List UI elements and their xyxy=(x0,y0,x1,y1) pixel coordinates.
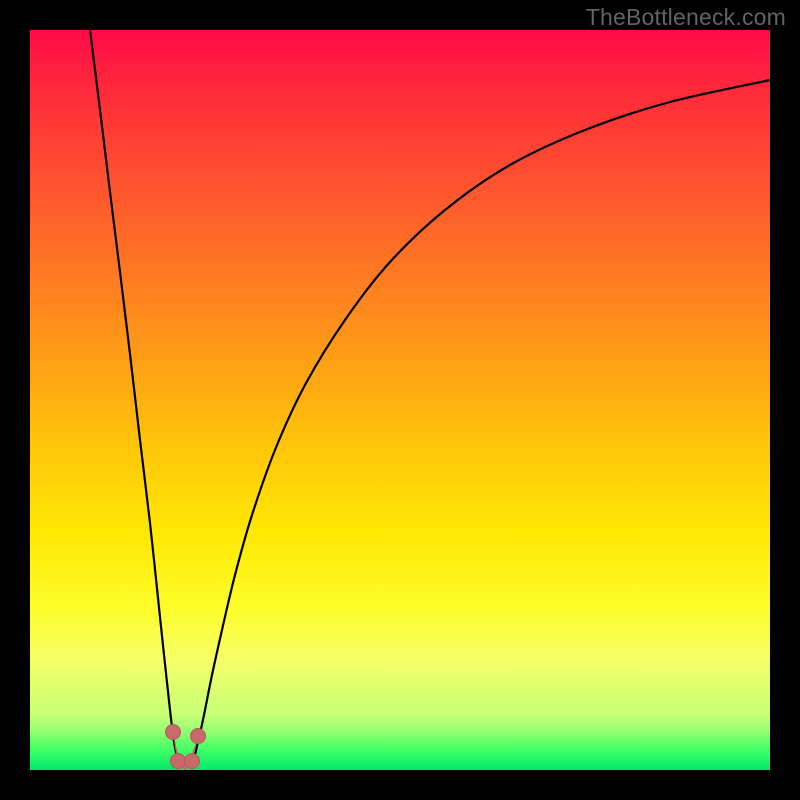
curve-group xyxy=(90,30,770,766)
watermark-text: TheBottleneck.com xyxy=(586,4,786,31)
marker-left-dot-lower xyxy=(171,754,186,769)
curve-left-branch xyxy=(90,30,180,766)
marker-left-dot-upper xyxy=(166,725,181,740)
plot-area xyxy=(30,30,770,770)
curve-markers xyxy=(166,725,206,769)
marker-right-dot-upper xyxy=(191,729,206,744)
marker-right-dot-lower xyxy=(185,754,200,769)
chart-frame: TheBottleneck.com xyxy=(0,0,800,800)
curve-right-branch xyxy=(190,80,770,766)
chart-svg xyxy=(30,30,770,770)
